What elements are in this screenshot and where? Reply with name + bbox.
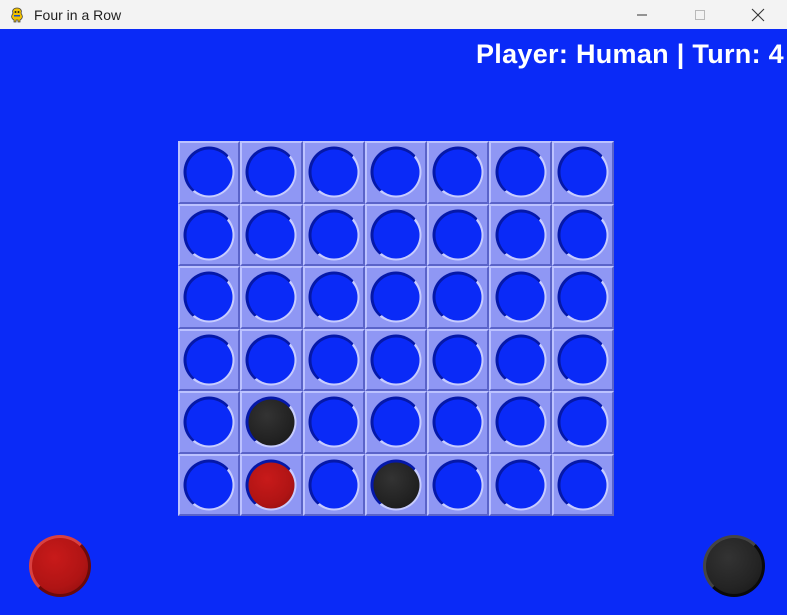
board-slot[interactable] bbox=[364, 141, 428, 204]
game-window: Four in a Row Player: Human | Turn: 4 bbox=[0, 0, 787, 615]
red-token-pile[interactable] bbox=[29, 535, 91, 597]
empty-hole bbox=[432, 396, 484, 448]
maximize-button[interactable] bbox=[671, 0, 729, 29]
board-slot[interactable] bbox=[302, 141, 365, 204]
empty-hole bbox=[557, 459, 609, 511]
board-slot[interactable] bbox=[489, 203, 552, 266]
board-slot[interactable] bbox=[240, 391, 303, 454]
black-token bbox=[370, 459, 422, 511]
board-slot[interactable] bbox=[178, 141, 241, 204]
empty-hole bbox=[183, 209, 235, 261]
empty-hole bbox=[370, 396, 422, 448]
empty-hole bbox=[370, 271, 422, 323]
board-slot[interactable] bbox=[302, 266, 365, 329]
board-slot[interactable] bbox=[427, 266, 490, 329]
board-slot[interactable] bbox=[427, 453, 490, 516]
empty-hole bbox=[557, 334, 609, 386]
empty-hole bbox=[308, 459, 360, 511]
board-slot[interactable] bbox=[178, 203, 241, 266]
minimize-button[interactable] bbox=[613, 0, 671, 29]
empty-hole bbox=[495, 209, 547, 261]
board-slot[interactable] bbox=[178, 328, 241, 391]
empty-hole bbox=[495, 396, 547, 448]
board-slot[interactable] bbox=[302, 391, 365, 454]
empty-hole bbox=[370, 209, 422, 261]
board-slot[interactable] bbox=[551, 453, 615, 516]
board-slot[interactable] bbox=[302, 328, 365, 391]
board-slot[interactable] bbox=[489, 141, 552, 204]
board-slot[interactable] bbox=[364, 266, 428, 329]
board-slot[interactable] bbox=[240, 141, 303, 204]
empty-hole bbox=[308, 209, 360, 261]
empty-hole bbox=[432, 334, 484, 386]
board-slot[interactable] bbox=[551, 266, 615, 329]
empty-hole bbox=[557, 146, 609, 198]
board-slot[interactable] bbox=[178, 453, 241, 516]
board-slot[interactable] bbox=[551, 328, 615, 391]
board-slot[interactable] bbox=[178, 266, 241, 329]
black-token bbox=[245, 396, 297, 448]
empty-hole bbox=[245, 334, 297, 386]
board-slot[interactable] bbox=[240, 328, 303, 391]
empty-hole bbox=[495, 334, 547, 386]
board-slot[interactable] bbox=[427, 328, 490, 391]
empty-hole bbox=[432, 146, 484, 198]
status-text: Player: Human | Turn: 4 bbox=[475, 39, 784, 69]
empty-hole bbox=[432, 271, 484, 323]
empty-hole bbox=[557, 396, 609, 448]
board-slot[interactable] bbox=[489, 391, 552, 454]
empty-hole bbox=[495, 459, 547, 511]
empty-hole bbox=[495, 146, 547, 198]
empty-hole bbox=[245, 209, 297, 261]
empty-hole bbox=[245, 271, 297, 323]
empty-hole bbox=[183, 396, 235, 448]
board-slot[interactable] bbox=[551, 141, 615, 204]
board-slot[interactable] bbox=[364, 391, 428, 454]
board-slot[interactable] bbox=[302, 453, 365, 516]
empty-hole bbox=[183, 146, 235, 198]
maximize-icon bbox=[695, 9, 705, 20]
empty-hole bbox=[245, 146, 297, 198]
minimize-icon bbox=[637, 14, 647, 15]
board-slot[interactable] bbox=[364, 328, 428, 391]
board-slot[interactable] bbox=[178, 391, 241, 454]
close-button[interactable] bbox=[729, 0, 787, 29]
empty-hole bbox=[183, 271, 235, 323]
board-slot[interactable] bbox=[551, 203, 615, 266]
board-slot[interactable] bbox=[364, 453, 428, 516]
board-slot[interactable] bbox=[551, 391, 615, 454]
game-board[interactable] bbox=[178, 141, 615, 516]
board-slot[interactable] bbox=[302, 203, 365, 266]
empty-hole bbox=[308, 271, 360, 323]
empty-hole bbox=[557, 271, 609, 323]
board-slot[interactable] bbox=[240, 203, 303, 266]
board-slot[interactable] bbox=[427, 391, 490, 454]
board-slot[interactable] bbox=[427, 141, 490, 204]
empty-hole bbox=[370, 146, 422, 198]
empty-hole bbox=[183, 459, 235, 511]
pygame-snake-icon bbox=[8, 6, 26, 24]
board-slot[interactable] bbox=[240, 453, 303, 516]
window-title: Four in a Row bbox=[34, 6, 122, 23]
empty-hole bbox=[183, 334, 235, 386]
board-slot[interactable] bbox=[427, 203, 490, 266]
empty-hole bbox=[557, 209, 609, 261]
board-slot[interactable] bbox=[364, 203, 428, 266]
empty-hole bbox=[432, 209, 484, 261]
empty-hole bbox=[370, 334, 422, 386]
red-token bbox=[245, 459, 297, 511]
board-slot[interactable] bbox=[489, 328, 552, 391]
title-bar[interactable]: Four in a Row bbox=[0, 0, 787, 29]
empty-hole bbox=[495, 271, 547, 323]
board-slot[interactable] bbox=[489, 453, 552, 516]
empty-hole bbox=[308, 334, 360, 386]
empty-hole bbox=[308, 396, 360, 448]
board-slot[interactable] bbox=[240, 266, 303, 329]
empty-hole bbox=[308, 146, 360, 198]
board-slot[interactable] bbox=[489, 266, 552, 329]
window-controls bbox=[613, 0, 787, 29]
black-token-pile bbox=[703, 535, 765, 597]
empty-hole bbox=[432, 459, 484, 511]
close-icon bbox=[751, 8, 765, 21]
